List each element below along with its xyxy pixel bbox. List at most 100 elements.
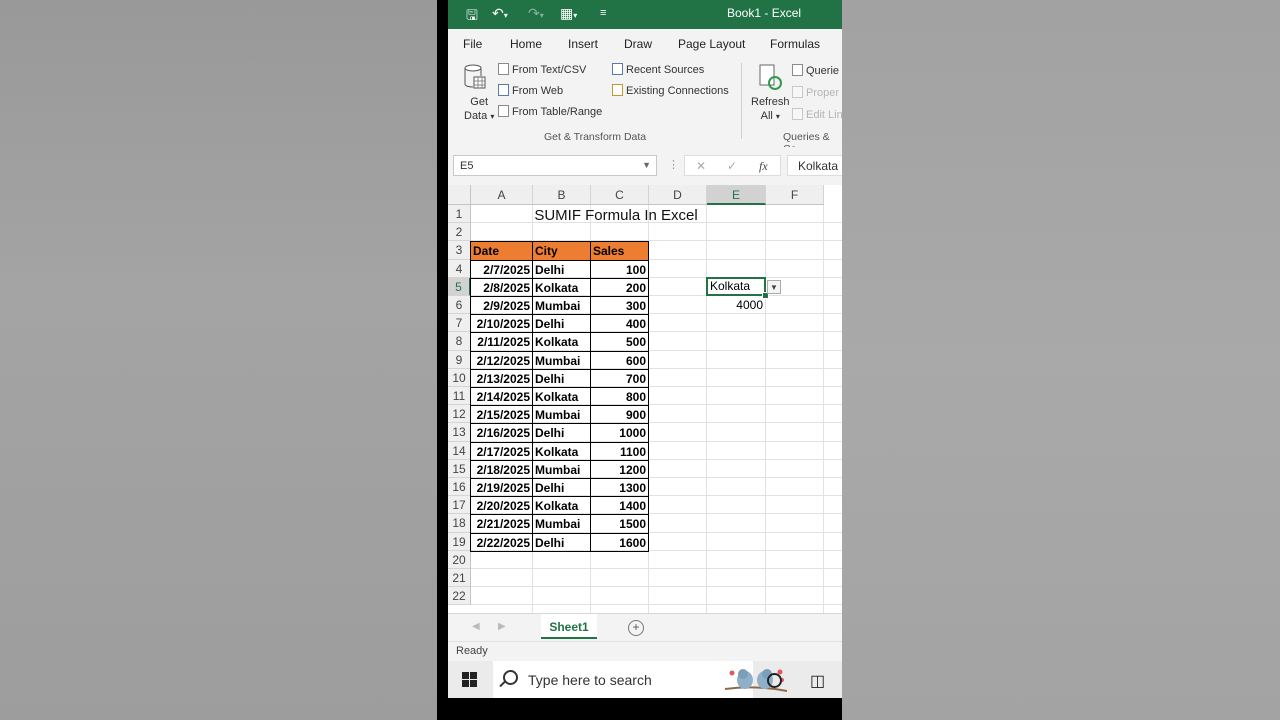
- table-cell[interactable]: Delhi: [532, 423, 591, 443]
- taskbar-search-box[interactable]: Type here to search: [493, 661, 788, 698]
- table-cell[interactable]: 2/21/2025: [470, 514, 533, 534]
- table-cell[interactable]: 300: [590, 296, 649, 316]
- row-header-3[interactable]: 3: [448, 241, 471, 260]
- table-cell[interactable]: 1200: [590, 459, 649, 479]
- table-cell[interactable]: 2/10/2025: [470, 314, 533, 334]
- table-cell[interactable]: 2/16/2025: [470, 423, 533, 443]
- row-header-8[interactable]: 8: [448, 332, 471, 351]
- tab-home[interactable]: Home: [510, 37, 542, 51]
- table-cell[interactable]: 2/19/2025: [470, 478, 533, 498]
- table-cell[interactable]: 2/8/2025: [470, 277, 533, 297]
- table-cell[interactable]: Kolkata: [532, 332, 591, 352]
- table-cell[interactable]: 2/13/2025: [470, 368, 533, 388]
- table-cell[interactable]: Delhi: [532, 368, 591, 388]
- column-header-e[interactable]: E: [707, 185, 766, 205]
- table-cell[interactable]: 1000: [590, 423, 649, 443]
- row-header-6[interactable]: 6: [448, 296, 471, 315]
- row-header-12[interactable]: 12: [448, 405, 471, 424]
- row-header-21[interactable]: 21: [448, 569, 471, 588]
- row-header-17[interactable]: 17: [448, 496, 471, 515]
- queries-connections-button[interactable]: Querie: [792, 64, 839, 77]
- row-header-1[interactable]: 1: [448, 205, 471, 224]
- table-cell[interactable]: 600: [590, 350, 649, 370]
- task-view-icon[interactable]: ◫: [810, 671, 825, 691]
- row-header-20[interactable]: 20: [448, 550, 471, 569]
- table-cell[interactable]: Delhi: [532, 532, 591, 552]
- table-cell[interactable]: 2/14/2025: [470, 387, 533, 407]
- table-cell[interactable]: Kolkata: [532, 277, 591, 297]
- save-icon[interactable]: 🖫: [466, 5, 478, 29]
- from-table-range-button[interactable]: From Table/Range: [498, 105, 602, 118]
- table-cell[interactable]: Delhi: [532, 314, 591, 334]
- table-cell[interactable]: 2/11/2025: [470, 332, 533, 352]
- column-header-c[interactable]: C: [591, 185, 649, 205]
- scroll-right-icon[interactable]: ▶: [498, 621, 506, 632]
- table-header-city[interactable]: City: [532, 241, 591, 261]
- row-header-10[interactable]: 10: [448, 368, 471, 387]
- redo-icon[interactable]: ↷▾: [528, 5, 544, 22]
- enter-icon[interactable]: ✓: [727, 159, 737, 173]
- row-header-18[interactable]: 18: [448, 514, 471, 533]
- row-header-13[interactable]: 13: [448, 423, 471, 442]
- existing-connections-button[interactable]: Existing Connections: [612, 84, 729, 97]
- dropdown-arrow-icon[interactable]: ▼: [767, 279, 781, 294]
- row-header-19[interactable]: 19: [448, 532, 471, 551]
- table-cell[interactable]: Delhi: [532, 259, 591, 279]
- from-text-csv-button[interactable]: From Text/CSV: [498, 63, 586, 76]
- tab-page-layout[interactable]: Page Layout: [678, 37, 745, 51]
- column-header-b[interactable]: B: [533, 185, 591, 205]
- refresh-all-button[interactable]: Refresh All ▾: [751, 95, 790, 124]
- row-header-7[interactable]: 7: [448, 314, 471, 333]
- table-cell[interactable]: 200: [590, 277, 649, 297]
- table-cell[interactable]: 2/18/2025: [470, 459, 533, 479]
- table-cell[interactable]: 1300: [590, 478, 649, 498]
- tab-formulas[interactable]: Formulas: [770, 37, 820, 51]
- active-cell-e5[interactable]: Kolkata: [706, 276, 766, 296]
- table-cell[interactable]: Kolkata: [532, 387, 591, 407]
- cortana-icon[interactable]: [767, 673, 782, 688]
- insert-function-icon[interactable]: fx: [759, 159, 768, 174]
- properties-button[interactable]: Proper: [792, 86, 839, 99]
- column-header-a[interactable]: A: [471, 185, 533, 205]
- from-web-button[interactable]: From Web: [498, 84, 563, 97]
- table-cell[interactable]: Mumbai: [532, 296, 591, 316]
- row-header-2[interactable]: 2: [448, 223, 471, 242]
- table-cell[interactable]: 1100: [590, 441, 649, 461]
- scroll-left-icon[interactable]: ◀: [472, 621, 480, 632]
- result-cell-e6[interactable]: 4000: [707, 296, 766, 314]
- row-header-9[interactable]: 9: [448, 350, 471, 369]
- undo-icon[interactable]: ↶▾: [492, 5, 508, 22]
- table-cell[interactable]: Mumbai: [532, 350, 591, 370]
- row-header-14[interactable]: 14: [448, 441, 471, 460]
- more-options-icon[interactable]: ⋮: [668, 158, 679, 171]
- recent-sources-button[interactable]: Recent Sources: [612, 63, 704, 76]
- table-cell[interactable]: 1400: [590, 496, 649, 516]
- column-header-f[interactable]: F: [766, 185, 824, 205]
- table-cell[interactable]: 100: [590, 259, 649, 279]
- table-cell[interactable]: Delhi: [532, 478, 591, 498]
- table-cell[interactable]: 800: [590, 387, 649, 407]
- table-cell[interactable]: Kolkata: [532, 441, 591, 461]
- edit-links-button[interactable]: Edit Lin: [792, 108, 842, 121]
- table-cell[interactable]: Mumbai: [532, 459, 591, 479]
- row-header-4[interactable]: 4: [448, 259, 471, 278]
- row-header-11[interactable]: 11: [448, 387, 471, 406]
- tab-insert[interactable]: Insert: [568, 37, 598, 51]
- table-cell[interactable]: 900: [590, 405, 649, 425]
- cancel-icon[interactable]: ✕: [696, 159, 706, 173]
- print-preview-icon[interactable]: ▦▾: [560, 5, 577, 22]
- table-cell[interactable]: 1500: [590, 514, 649, 534]
- table-header-date[interactable]: Date: [470, 241, 533, 261]
- column-header-d[interactable]: D: [649, 185, 707, 205]
- table-cell[interactable]: 2/9/2025: [470, 296, 533, 316]
- sheet-tab-sheet1[interactable]: Sheet1: [541, 614, 597, 639]
- row-header-22[interactable]: 22: [448, 587, 471, 606]
- row-header-16[interactable]: 16: [448, 478, 471, 497]
- get-data-button[interactable]: Get Data ▾: [464, 95, 494, 124]
- tab-draw[interactable]: Draw: [624, 37, 652, 51]
- table-cell[interactable]: Mumbai: [532, 405, 591, 425]
- chevron-down-icon[interactable]: ▼: [642, 160, 651, 170]
- table-cell[interactable]: Kolkata: [532, 496, 591, 516]
- row-header-5[interactable]: 5: [448, 277, 471, 296]
- table-cell[interactable]: 2/17/2025: [470, 441, 533, 461]
